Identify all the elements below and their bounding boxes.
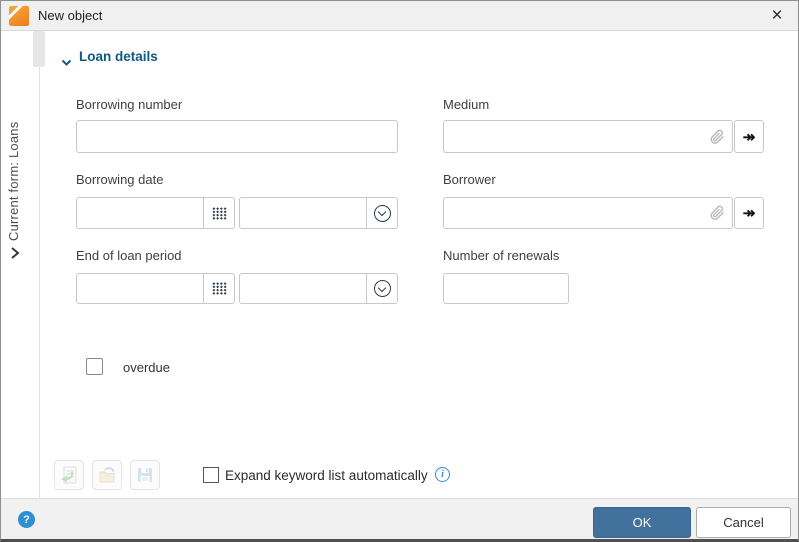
close-icon[interactable]: × (762, 1, 792, 31)
borrowing-number-label: Borrowing number (76, 97, 183, 112)
borrowing-date-label: Borrowing date (76, 172, 164, 187)
save-icon (138, 468, 152, 482)
section-title[interactable]: Loan details (79, 49, 158, 64)
new-object-dialog: New object × Current form: Loans Loan de… (0, 0, 799, 542)
medium-input[interactable] (443, 120, 733, 153)
window-title: New object (38, 8, 103, 23)
renewals-input[interactable] (443, 273, 569, 304)
borrowing-time-input[interactable] (240, 198, 366, 228)
end-time-group (239, 273, 398, 304)
expand-keyword-checkbox[interactable] (203, 467, 219, 483)
end-of-loan-label: End of loan period (76, 248, 182, 263)
calendar-icon (211, 282, 227, 295)
elo-logo-icon (9, 5, 29, 26)
end-date-group (76, 273, 235, 304)
open-folder-icon (99, 467, 115, 483)
borrowing-date-picker-button[interactable] (203, 198, 234, 228)
goto-arrow-icon: ↠ (742, 205, 756, 222)
apply-keyword-form-button[interactable] (54, 460, 84, 490)
borrower-label: Borrower (443, 172, 496, 187)
paperclip-icon (710, 205, 724, 220)
cancel-button[interactable]: Cancel (696, 507, 791, 538)
borrower-goto-button[interactable]: ↠ (734, 197, 764, 229)
renewals-label: Number of renewals (443, 248, 560, 263)
borrowing-date-input[interactable] (77, 198, 203, 228)
overdue-checkbox[interactable] (86, 358, 103, 375)
apply-keyword-form-icon (61, 466, 77, 484)
borrower-field (443, 197, 733, 229)
help-icon[interactable]: ? (18, 511, 35, 528)
medium-goto-button[interactable]: ↠ (734, 120, 764, 153)
title-bar: New object × (1, 1, 798, 31)
end-date-input[interactable] (77, 274, 203, 303)
end-time-input[interactable] (240, 274, 366, 303)
medium-field (443, 120, 733, 153)
clock-icon (373, 280, 391, 297)
paperclip-icon (710, 129, 724, 144)
overdue-label: overdue (123, 360, 170, 375)
goto-arrow-icon: ↠ (742, 128, 756, 146)
open-folder-button[interactable] (92, 460, 122, 490)
ok-button[interactable]: OK (593, 507, 691, 538)
end-time-picker-button[interactable] (366, 274, 397, 303)
calendar-icon (211, 206, 227, 220)
section-collapse-chevron-icon[interactable] (61, 54, 72, 72)
sidebar-expand-chevron-icon[interactable] (10, 244, 26, 262)
save-keywords-button[interactable] (130, 460, 160, 490)
sidebar-divider (39, 31, 40, 498)
footer-bar: ? OK Cancel (1, 498, 798, 539)
borrowing-time-group (239, 197, 398, 229)
borrowing-time-picker-button[interactable] (366, 198, 397, 228)
borrowing-date-group (76, 197, 235, 229)
borrowing-number-input[interactable] (76, 120, 398, 153)
borrower-input[interactable] (443, 197, 733, 229)
expand-keyword-label: Expand keyword list automatically (225, 468, 428, 483)
current-form-label: Current form: Loans (6, 121, 21, 241)
end-date-picker-button[interactable] (203, 274, 234, 303)
clock-icon (373, 204, 391, 222)
info-icon[interactable]: i (435, 467, 450, 482)
medium-label: Medium (443, 97, 490, 112)
